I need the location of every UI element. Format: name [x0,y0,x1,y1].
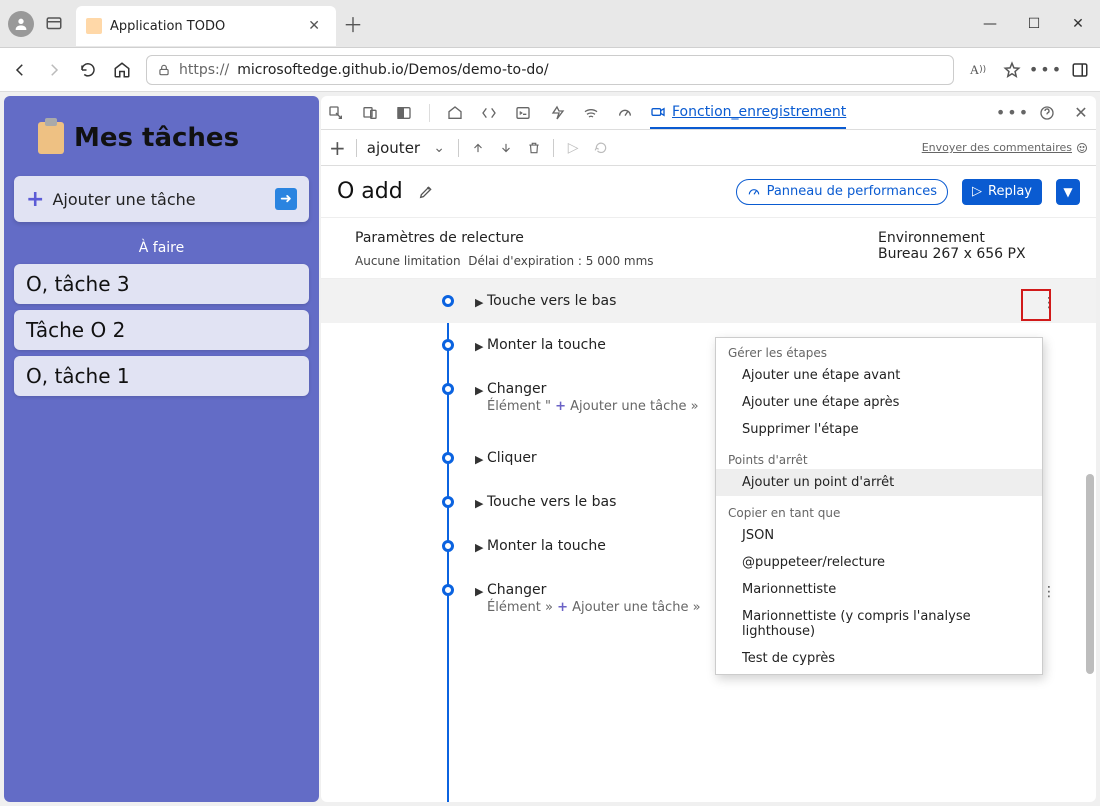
camera-icon [650,104,666,120]
tab-favicon-icon [86,18,102,34]
browser-tab-active[interactable]: Application TODO ✕ [76,6,336,46]
welcome-tab-icon[interactable] [446,104,464,122]
play-button[interactable]: ▷ [564,139,582,157]
page-content: Mes tâches + Ajouter une tâche ➜ À faire… [4,96,319,802]
submit-task-button[interactable]: ➜ [275,188,297,210]
elements-tab-icon[interactable] [480,104,498,122]
recording-select[interactable]: ajouter [367,139,420,157]
menu-copy-puppeteer-lighthouse[interactable]: Marionnettiste (y compris l'analyse ligh… [716,603,1042,645]
export-button[interactable] [469,139,487,157]
environment-value: Bureau 267 x 656 PX [878,246,1078,262]
sidebar-toggle-button[interactable] [1070,60,1090,80]
gauge-icon [747,185,761,199]
console-tab-icon[interactable] [514,104,532,122]
address-bar[interactable]: https:// microsoftedge.github.io/Demos/de… [146,55,954,85]
url-path: microsoftedge.github.io/Demos/demo-to-do… [237,62,548,78]
menu-delete-step[interactable]: Supprimer l'étape [716,416,1042,443]
window-close-button[interactable]: ✕ [1056,0,1100,47]
step-context-menu-button[interactable]: ⋮ [1038,289,1060,317]
nav-home-button[interactable] [112,60,132,80]
menu-group-copy-as: Copier en tant que [716,500,1042,522]
recorder-toolbar: + ajouter ⌄ ▷ Envoyer des commentaires [321,130,1096,166]
network-tab-icon[interactable] [582,104,600,122]
menu-add-step-before[interactable]: Ajouter une étape avant [716,362,1042,389]
performance-panel-button[interactable]: Panneau de performances [736,179,948,205]
menu-copy-json[interactable]: JSON [716,522,1042,549]
feedback-link[interactable]: Envoyer des commentaires [922,141,1088,154]
replay-settings-heading: Paramètres de relecture [355,230,860,246]
tab-close-button[interactable]: ✕ [302,16,326,36]
browser-navbar: https:// microsoftedge.github.io/Demos/de… [0,48,1100,92]
menu-add-breakpoint[interactable]: Ajouter un point d'arrêt [716,469,1042,496]
recording-title: O add [337,179,403,204]
window-minimize-button[interactable]: — [968,0,1012,47]
devtools-help-icon[interactable] [1038,104,1056,122]
play-icon: ▷ [972,184,982,199]
recording-steps-list: ▶ Touche vers le bas ⋮ ▶ Monter la touch… [321,278,1096,802]
page-heading: Mes tâches [38,122,309,154]
delete-recording-button[interactable] [525,139,543,157]
task-item[interactable]: Tâche O 2 [14,310,309,350]
recorder-tab-active[interactable]: Fonction_enregistrement [650,96,846,129]
lock-icon [157,63,171,77]
device-emulation-icon[interactable] [361,104,379,122]
inspect-element-icon[interactable] [327,104,345,122]
read-aloud-button[interactable]: A)) [968,60,988,80]
replay-options-button[interactable]: ▼ [1056,179,1080,205]
plus-icon: + [557,600,568,615]
new-recording-button[interactable]: + [329,136,346,160]
devtools-pane: Fonction_enregistrement ••• ✕ + ajouter … [321,96,1096,802]
feedback-icon [1076,142,1088,154]
recording-header: O add Panneau de performances ▷ Replay ▼ [321,166,1096,218]
replay-button[interactable]: ▷ Replay [962,179,1042,205]
new-tab-button[interactable]: ＋ [336,0,370,47]
profile-avatar[interactable] [8,11,34,37]
nav-refresh-button[interactable] [78,60,98,80]
tab-title: Application TODO [110,19,225,34]
favorite-button[interactable] [1002,60,1022,80]
menu-group-manage: Gérer les étapes [716,340,1042,362]
task-item[interactable]: O, tâche 1 [14,356,309,396]
workspaces-icon[interactable] [40,10,68,38]
import-button[interactable] [497,139,515,157]
browser-menu-button[interactable]: ••• [1036,60,1056,80]
devtools-more-tabs-button[interactable]: ••• [1004,104,1022,122]
add-task-label: Ajouter une tâche [52,190,195,209]
menu-add-step-after[interactable]: Ajouter une étape après [716,389,1042,416]
menu-copy-puppeteer[interactable]: Marionnettiste [716,576,1042,603]
todo-section-heading: À faire [14,240,309,256]
devtools-close-button[interactable]: ✕ [1072,104,1090,122]
step-context-menu: Gérer les étapes Ajouter une étape avant… [715,337,1043,675]
clipboard-icon [38,122,64,154]
nav-forward-button [44,60,64,80]
recording-step[interactable]: ▶ Touche vers le bas ⋮ [321,279,1096,323]
window-maximize-button[interactable]: ☐ [1012,0,1056,47]
menu-group-breakpoints: Points d'arrêt [716,447,1042,469]
environment-heading: Environnement [878,230,1078,246]
replay-settings: Paramètres de relecture Aucune limitatio… [321,218,1096,268]
nav-back-button[interactable] [10,60,30,80]
devtools-tabbar: Fonction_enregistrement ••• ✕ [321,96,1096,130]
task-item[interactable]: O, tâche 3 [14,264,309,304]
throttling-value[interactable]: Aucune limitation [355,254,461,268]
plus-icon: + [26,187,44,212]
menu-copy-cypress[interactable]: Test de cyprès [716,645,1042,672]
performance-tab-icon[interactable] [616,104,634,122]
scrollbar[interactable] [1082,279,1096,802]
url-scheme: https:// [179,62,229,78]
step-button[interactable] [592,139,610,157]
sources-tab-icon[interactable] [548,104,566,122]
menu-copy-puppeteer-replay[interactable]: @puppeteer/relecture [716,549,1042,576]
page-title-text: Mes tâches [74,123,239,153]
chevron-down-icon[interactable]: ⌄ [430,139,448,157]
plus-icon: + [555,399,566,414]
add-task-row[interactable]: + Ajouter une tâche ➜ [14,176,309,222]
timeout-value[interactable]: Délai d'expiration : 5 000 mms [468,254,653,268]
dock-side-icon[interactable] [395,104,413,122]
window-titlebar: Application TODO ✕ ＋ — ☐ ✕ [0,0,1100,48]
edit-name-button[interactable] [417,183,435,201]
